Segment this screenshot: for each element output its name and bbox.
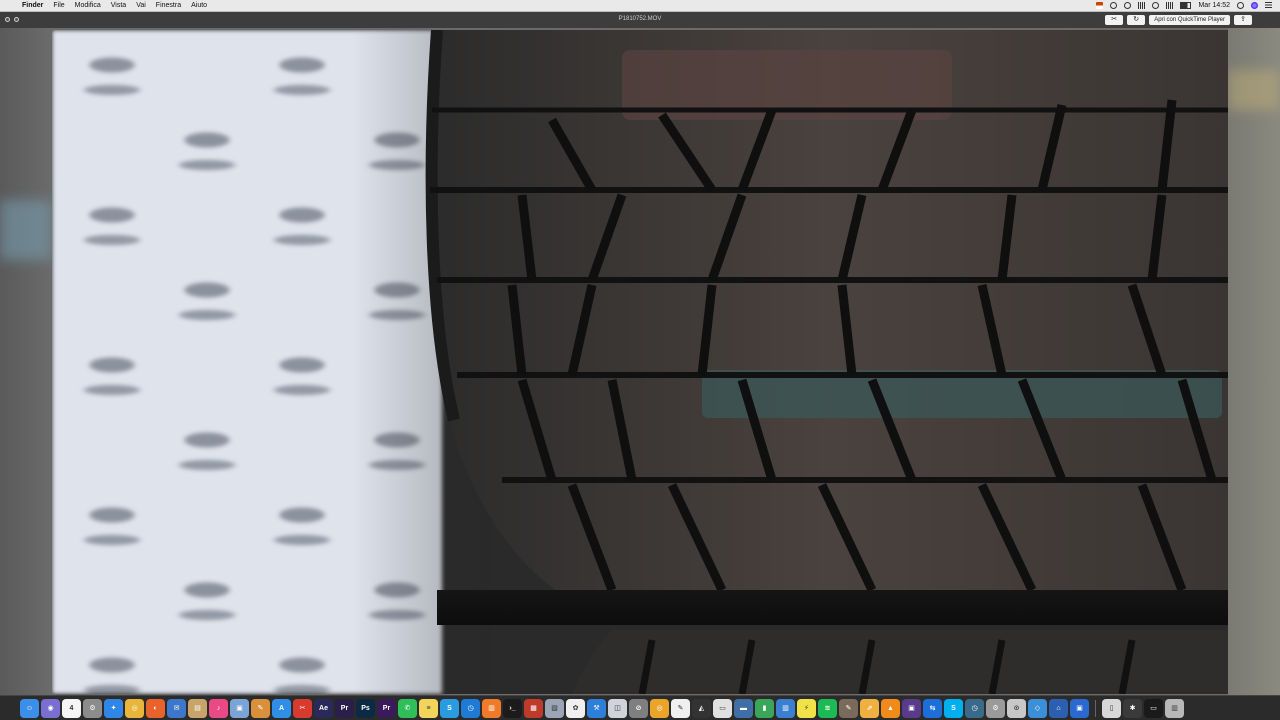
utility-icon[interactable]: ▣	[902, 698, 921, 718]
automator-icon[interactable]: ⚙	[83, 698, 102, 718]
skype-2-icon[interactable]: S	[944, 698, 963, 718]
video-icon[interactable]: ▬	[734, 698, 753, 718]
compass-icon[interactable]: ⊘	[629, 698, 648, 718]
chrome-icon[interactable]: ◎	[125, 698, 144, 718]
textedit-icon[interactable]: ✎	[671, 698, 690, 718]
preview-icon[interactable]: ▣	[230, 698, 249, 718]
migration-icon[interactable]: ◇	[1028, 698, 1047, 718]
teamviewer-icon[interactable]: ⇆	[923, 698, 942, 718]
system-preferences-icon[interactable]: ⚙	[986, 698, 1005, 718]
dock: ☺ ◉ 4 ⚙ ✦ ◎ ◐ ✉ ▤ ♪ ▣ ✎ A ✂ Ae Pr Ps Pr ✆ ≡ S ◷ ▥ ›_ ▦ ▧ ✿ ⚒ ◫ ⊘ ◎ ✎ ◭ ▭ ▬…	[0, 695, 1280, 720]
menu-modifica[interactable]: Modifica	[75, 2, 101, 9]
vlc-alt-icon[interactable]: ◷	[461, 698, 480, 718]
premiere-pro-icon[interactable]: Pr	[377, 698, 396, 718]
menu-vai[interactable]: Vai	[136, 2, 146, 9]
app-store-icon[interactable]: A	[272, 698, 291, 718]
menu-bar: Finder File Modifica Vista Vai Finestra …	[0, 0, 1280, 12]
numbers-icon[interactable]: ▮	[755, 698, 774, 718]
whatsapp-icon[interactable]: ✆	[398, 698, 417, 718]
firefox-icon[interactable]: ◐	[146, 698, 165, 718]
notification-center-icon[interactable]	[1265, 2, 1272, 9]
monitor-icon[interactable]: ▭	[1144, 698, 1163, 718]
window-title: P1810752.MOV	[618, 16, 662, 22]
itunes-icon[interactable]: ♪	[209, 698, 228, 718]
menu-file[interactable]: File	[53, 2, 64, 9]
lower-tire	[572, 630, 1228, 694]
ibooks-icon[interactable]: ▥	[482, 698, 501, 718]
time-machine-icon[interactable]: ◷	[965, 698, 984, 718]
menu-app-name[interactable]: Finder	[22, 2, 43, 9]
terminal-icon[interactable]: ›_	[503, 698, 522, 718]
finder-icon[interactable]: ☺	[20, 698, 39, 718]
photo-booth-icon[interactable]: ▦	[524, 698, 543, 718]
creative-cloud-icon[interactable]	[1110, 2, 1118, 9]
spotify-icon[interactable]: ≋	[818, 698, 837, 718]
disk-utility-icon[interactable]: ⊙	[1007, 698, 1026, 718]
photos-icon[interactable]: ✿	[566, 698, 585, 718]
volume-icon[interactable]	[1166, 2, 1174, 9]
photoshop-icon[interactable]: Ps	[356, 698, 375, 718]
bluetooth-tray-icon[interactable]	[1138, 2, 1146, 9]
bluetooth-icon[interactable]: ✱	[1123, 698, 1142, 718]
xcode-icon[interactable]: ⚒	[587, 698, 606, 718]
stickies-icon[interactable]: ⚡	[797, 698, 816, 718]
share-icon[interactable]: ⇪	[1234, 15, 1252, 25]
pencil-icon[interactable]: ✎	[251, 698, 270, 718]
rotate-icon[interactable]: ↻	[1127, 15, 1146, 25]
dock-extras: ▯ ✱ ▭ ▥	[1102, 698, 1184, 718]
books-icon[interactable]: ▤	[188, 698, 207, 718]
safari-icon[interactable]: ✦	[104, 698, 123, 718]
siri-icon[interactable]	[1251, 2, 1258, 9]
input-source-icon[interactable]	[1096, 2, 1104, 9]
time-machine-tray-icon[interactable]	[1124, 2, 1132, 9]
dock-separator	[1095, 699, 1096, 717]
menu-aiuto[interactable]: Aiuto	[191, 2, 207, 9]
calendar-icon[interactable]: 4	[62, 698, 81, 718]
acrobat-icon[interactable]: ✂	[293, 698, 312, 718]
steam-icon[interactable]: ✎	[839, 698, 858, 718]
vlc-icon[interactable]: ▲	[881, 698, 900, 718]
after-effects-icon[interactable]: Ae	[314, 698, 333, 718]
premiere-icon[interactable]: Pr	[335, 698, 354, 718]
video-frame[interactable]	[52, 30, 1228, 694]
mail-icon[interactable]: ✉	[167, 698, 186, 718]
document-icon[interactable]: ▯	[1102, 698, 1121, 718]
chrome-2-icon[interactable]: ◎	[650, 698, 669, 718]
menu-vista[interactable]: Vista	[111, 2, 126, 9]
menu-finestra[interactable]: Finestra	[156, 2, 181, 9]
keynote-icon[interactable]: ▥	[776, 698, 795, 718]
tire-image	[425, 30, 1228, 694]
wifi-icon[interactable]	[1152, 2, 1160, 9]
notes-icon[interactable]: ≡	[419, 698, 438, 718]
launch-icon[interactable]: ⇗	[860, 698, 879, 718]
image-capture-icon[interactable]: ▧	[545, 698, 564, 718]
open-with-quicktime-button[interactable]: Apri con QuickTime Player	[1149, 15, 1230, 25]
launchpad-icon[interactable]: ◉	[41, 698, 60, 718]
dock-apps: ☺ ◉ 4 ⚙ ✦ ◎ ◐ ✉ ▤ ♪ ▣ ✎ A ✂ Ae Pr Ps Pr ✆ ≡ S ◷ ▥ ›_ ▦ ▧ ✿ ⚒ ◫ ⊘ ◎ ✎ ◭ ▭ ▬…	[20, 698, 1089, 718]
trim-icon[interactable]: ✂	[1105, 15, 1124, 25]
screen-sharing-icon[interactable]: ▣	[1070, 698, 1089, 718]
skype-icon[interactable]: S	[440, 698, 459, 718]
menu-clock[interactable]: Mar 14:52	[1198, 2, 1230, 9]
upper-tire	[425, 30, 1228, 625]
clapper-icon[interactable]: ▭	[713, 698, 732, 718]
window-title-bar: P1810752.MOV ✂ ↻ Apri con QuickTime Play…	[0, 12, 1280, 28]
final-cut-icon[interactable]: ◭	[692, 698, 711, 718]
battery-icon[interactable]	[1180, 2, 1192, 9]
spotlight-icon[interactable]	[1237, 2, 1244, 9]
finder-2-icon[interactable]: ◫	[608, 698, 627, 718]
directory-icon[interactable]: ⌂	[1049, 698, 1068, 718]
trash-icon[interactable]: ▥	[1165, 698, 1184, 718]
